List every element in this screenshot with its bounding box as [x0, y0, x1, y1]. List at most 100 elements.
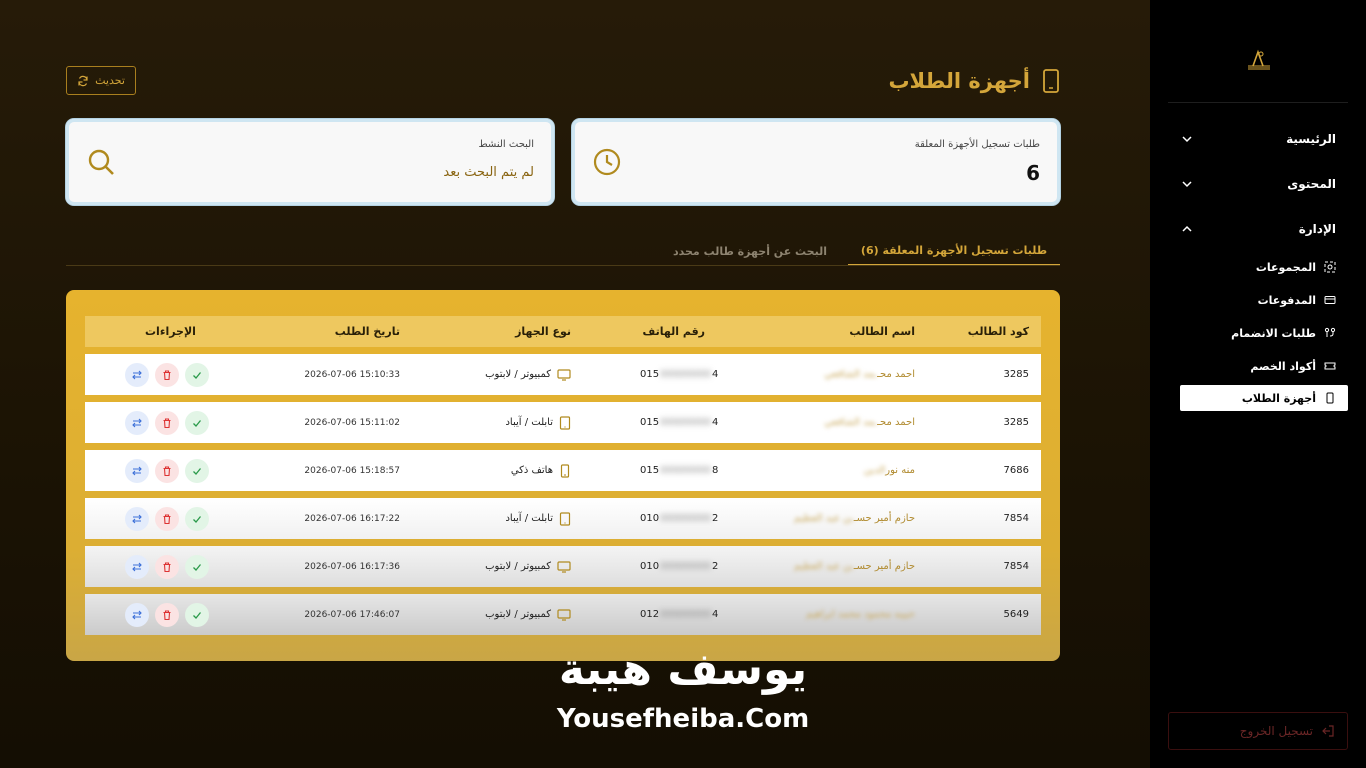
approve-button[interactable] — [185, 410, 209, 435]
transfer-button[interactable] — [125, 602, 149, 627]
transfer-button[interactable] — [125, 362, 149, 387]
sidebar-item-payments[interactable]: المدفوعات — [1180, 287, 1348, 313]
column-header-phone: رقم الهاتف — [642, 325, 705, 338]
cell-name: ـمد الشافعي احمد محـ — [824, 354, 915, 395]
approve-button[interactable] — [185, 506, 209, 531]
cell-name: ـن عبد العظيم حازم أمير حسـ — [794, 546, 915, 587]
cell-code: 7854 — [1003, 561, 1029, 572]
cell-name-visible: احمد محـ — [877, 369, 915, 380]
approve-button[interactable] — [185, 554, 209, 579]
delete-button[interactable] — [155, 554, 179, 579]
cell-device-label: تابلت / آيباد — [505, 417, 553, 428]
sidebar-item-discount-codes[interactable]: أكواد الخصم — [1180, 353, 1348, 379]
cell-phone: 015 00000000 4 — [640, 402, 718, 443]
cell-actions — [125, 546, 209, 587]
monitor-icon — [557, 608, 571, 621]
delete-button[interactable] — [155, 602, 179, 627]
delete-button[interactable] — [155, 506, 179, 531]
sidebar-item-label: الإدارة — [1298, 222, 1336, 236]
cell-actions — [125, 402, 209, 443]
cell-date: 2026-07-06 15:18:57 — [304, 465, 400, 476]
delete-button[interactable] — [155, 362, 179, 387]
cell-phone-hidden: 00000000 — [660, 369, 711, 380]
sidebar-item-admin[interactable]: الإدارة — [1180, 215, 1336, 243]
search-icon — [88, 149, 114, 175]
pending-requests-label: طلبات تسجيل الأجهزة المعلقة — [914, 139, 1040, 150]
cell-name-blurred: ـمد الشافعي — [824, 369, 878, 380]
cell-phone-suffix: 8 — [712, 465, 719, 476]
sidebar-item-label: الرئيسية — [1286, 132, 1336, 146]
cell-phone: 010 00000000 2 — [640, 498, 718, 539]
table-row: 3285 ـمد الشافعي احمد محـ 015 00000000 4 كمبيو… — [85, 354, 1041, 395]
cell-device-label: كمبيوتر / لابتوب — [485, 369, 551, 380]
logout-label: تسجيل الخروج — [1239, 724, 1313, 738]
active-search-label: البحث النشط — [478, 139, 534, 150]
column-header-name: اسم الطالب — [849, 325, 915, 338]
sidebar-item-label: المدفوعات — [1257, 293, 1316, 307]
groups-icon — [1324, 261, 1336, 273]
cell-device: كمبيوتر / لابتوب — [485, 594, 571, 635]
column-header-actions: الإجراءات — [145, 325, 196, 338]
transfer-button[interactable] — [125, 554, 149, 579]
ticket-icon — [1324, 362, 1336, 370]
column-header-date: تاريخ الطلب — [334, 325, 400, 338]
cell-phone-suffix: 4 — [712, 369, 719, 380]
tab-search-student-devices[interactable]: البحث عن أجهزة طالب محدد — [650, 236, 850, 266]
sidebar-item-content[interactable]: المحتوى — [1180, 170, 1336, 198]
tabs-divider — [66, 265, 1060, 266]
sidebar-item-join-requests[interactable]: طلبات الانضمام — [1180, 320, 1348, 346]
cell-date: 2026-07-06 15:11:02 — [304, 417, 400, 428]
cell-name-visible: منه نور — [885, 465, 915, 476]
cell-name: حبيبه محمود محمد ابراهيم — [806, 594, 915, 635]
cell-device-label: هاتف ذكي — [510, 465, 553, 476]
cell-date: 2026-07-06 15:10:33 — [304, 369, 400, 380]
page-title-text: أجهزة الطلاب — [888, 69, 1030, 93]
cell-phone-prefix: 015 — [640, 369, 660, 380]
cell-phone-hidden: 00000000 — [660, 513, 711, 524]
cell-device-label: كمبيوتر / لابتوب — [485, 609, 551, 620]
approve-button[interactable] — [185, 602, 209, 627]
cell-phone-hidden: 00000000 — [660, 417, 711, 428]
transfer-button[interactable] — [125, 506, 149, 531]
refresh-button[interactable]: تحديث — [66, 66, 136, 95]
cell-phone-prefix: 015 — [640, 465, 660, 476]
tab-pending-requests[interactable]: طلبات تسجيل الأجهزة المعلقة (6) — [848, 236, 1060, 266]
watermark-english: Yousefheiba.Com — [556, 704, 810, 734]
cell-actions — [125, 354, 209, 395]
cell-device: تابلت / آيباد — [505, 402, 571, 443]
table-row: 5649 حبيبه محمود محمد ابراهيم 012 00000000 4… — [85, 594, 1041, 635]
sidebar-item-groups[interactable]: المجموعات — [1180, 254, 1348, 280]
sidebar-item-student-devices[interactable]: أجهزة الطلاب — [1180, 385, 1348, 411]
sidebar — [1150, 0, 1366, 768]
transfer-button[interactable] — [125, 458, 149, 483]
chevron-down-icon — [1180, 177, 1194, 191]
clock-icon — [593, 148, 621, 176]
table-row: 7854 ـن عبد العظيم حازم أمير حسـ 010 0000000… — [85, 546, 1041, 587]
cell-phone-prefix: 010 — [640, 561, 660, 572]
cell-actions — [125, 450, 209, 491]
monitor-icon — [557, 368, 571, 381]
cell-name-blurred: ـن عبد العظيم — [794, 513, 854, 524]
approve-button[interactable] — [185, 458, 209, 483]
cell-name: ـمد الشافعي احمد محـ — [824, 402, 915, 443]
logout-button[interactable]: تسجيل الخروج — [1168, 712, 1348, 750]
pending-requests-value: 6 — [1026, 161, 1040, 185]
cell-device-label: تابلت / آيباد — [505, 513, 553, 524]
cell-phone: 010 00000000 2 — [640, 546, 718, 587]
cell-date: 2026-07-06 16:17:22 — [304, 513, 400, 524]
cell-device: كمبيوتر / لابتوب — [485, 354, 571, 395]
cell-name-visible: حازم أمير حسـ — [853, 513, 915, 524]
device-icon — [1326, 392, 1334, 404]
cell-phone-suffix: 2 — [712, 513, 719, 524]
cell-phone-suffix: 4 — [712, 417, 719, 428]
cell-name-visible: حازم أمير حسـ — [853, 561, 915, 572]
logo-icon[interactable] — [1244, 48, 1274, 72]
delete-button[interactable] — [155, 410, 179, 435]
monitor-icon — [557, 560, 571, 573]
transfer-button[interactable] — [125, 410, 149, 435]
approve-button[interactable] — [185, 362, 209, 387]
column-header-device: نوع الجهاز — [515, 325, 571, 338]
sidebar-item-home[interactable]: الرئيسية — [1180, 125, 1336, 153]
delete-button[interactable] — [155, 458, 179, 483]
active-search-value: لم يتم البحث بعد — [443, 165, 534, 180]
